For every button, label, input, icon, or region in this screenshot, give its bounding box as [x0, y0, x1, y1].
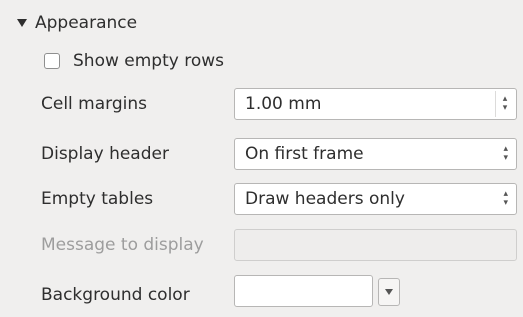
- spin-down-icon[interactable]: ▾: [503, 104, 508, 113]
- empty-tables-select[interactable]: Draw headers only ▴ ▾: [234, 183, 517, 215]
- empty-tables-value[interactable]: Draw headers only: [245, 184, 405, 214]
- spin-arrows-icon[interactable]: ▴ ▾: [495, 91, 514, 117]
- show-empty-rows-label[interactable]: Show empty rows: [73, 51, 224, 71]
- display-header-value[interactable]: On first frame: [245, 139, 364, 169]
- color-swatch[interactable]: [239, 280, 368, 302]
- show-empty-rows-checkbox[interactable]: [44, 53, 60, 69]
- select-arrows-icon[interactable]: ▴ ▾: [503, 184, 508, 214]
- select-down-icon: ▾: [503, 198, 508, 208]
- background-color-label: Background color: [41, 285, 190, 305]
- appearance-section-header[interactable]: Appearance: [14, 8, 137, 38]
- cell-margins-label: Cell margins: [41, 94, 147, 114]
- message-to-display-label: Message to display: [41, 235, 204, 255]
- display-header-select[interactable]: On first frame ▴ ▾: [234, 138, 517, 170]
- background-color-button[interactable]: [234, 275, 373, 307]
- select-arrows-icon[interactable]: ▴ ▾: [503, 139, 508, 169]
- display-header-label: Display header: [41, 144, 169, 164]
- color-menu-button[interactable]: [378, 278, 400, 306]
- select-down-icon: ▾: [503, 153, 508, 163]
- empty-tables-label: Empty tables: [41, 189, 154, 209]
- collapse-triangle-icon[interactable]: [17, 19, 27, 27]
- cell-margins-value[interactable]: 1.00 mm: [245, 89, 321, 119]
- message-to-display-input: [234, 229, 517, 261]
- section-title: Appearance: [35, 13, 138, 33]
- chevron-down-icon[interactable]: [385, 289, 393, 295]
- show-empty-rows-row[interactable]: Show empty rows: [44, 47, 224, 75]
- cell-margins-spinbox[interactable]: 1.00 mm ▴ ▾: [234, 88, 517, 120]
